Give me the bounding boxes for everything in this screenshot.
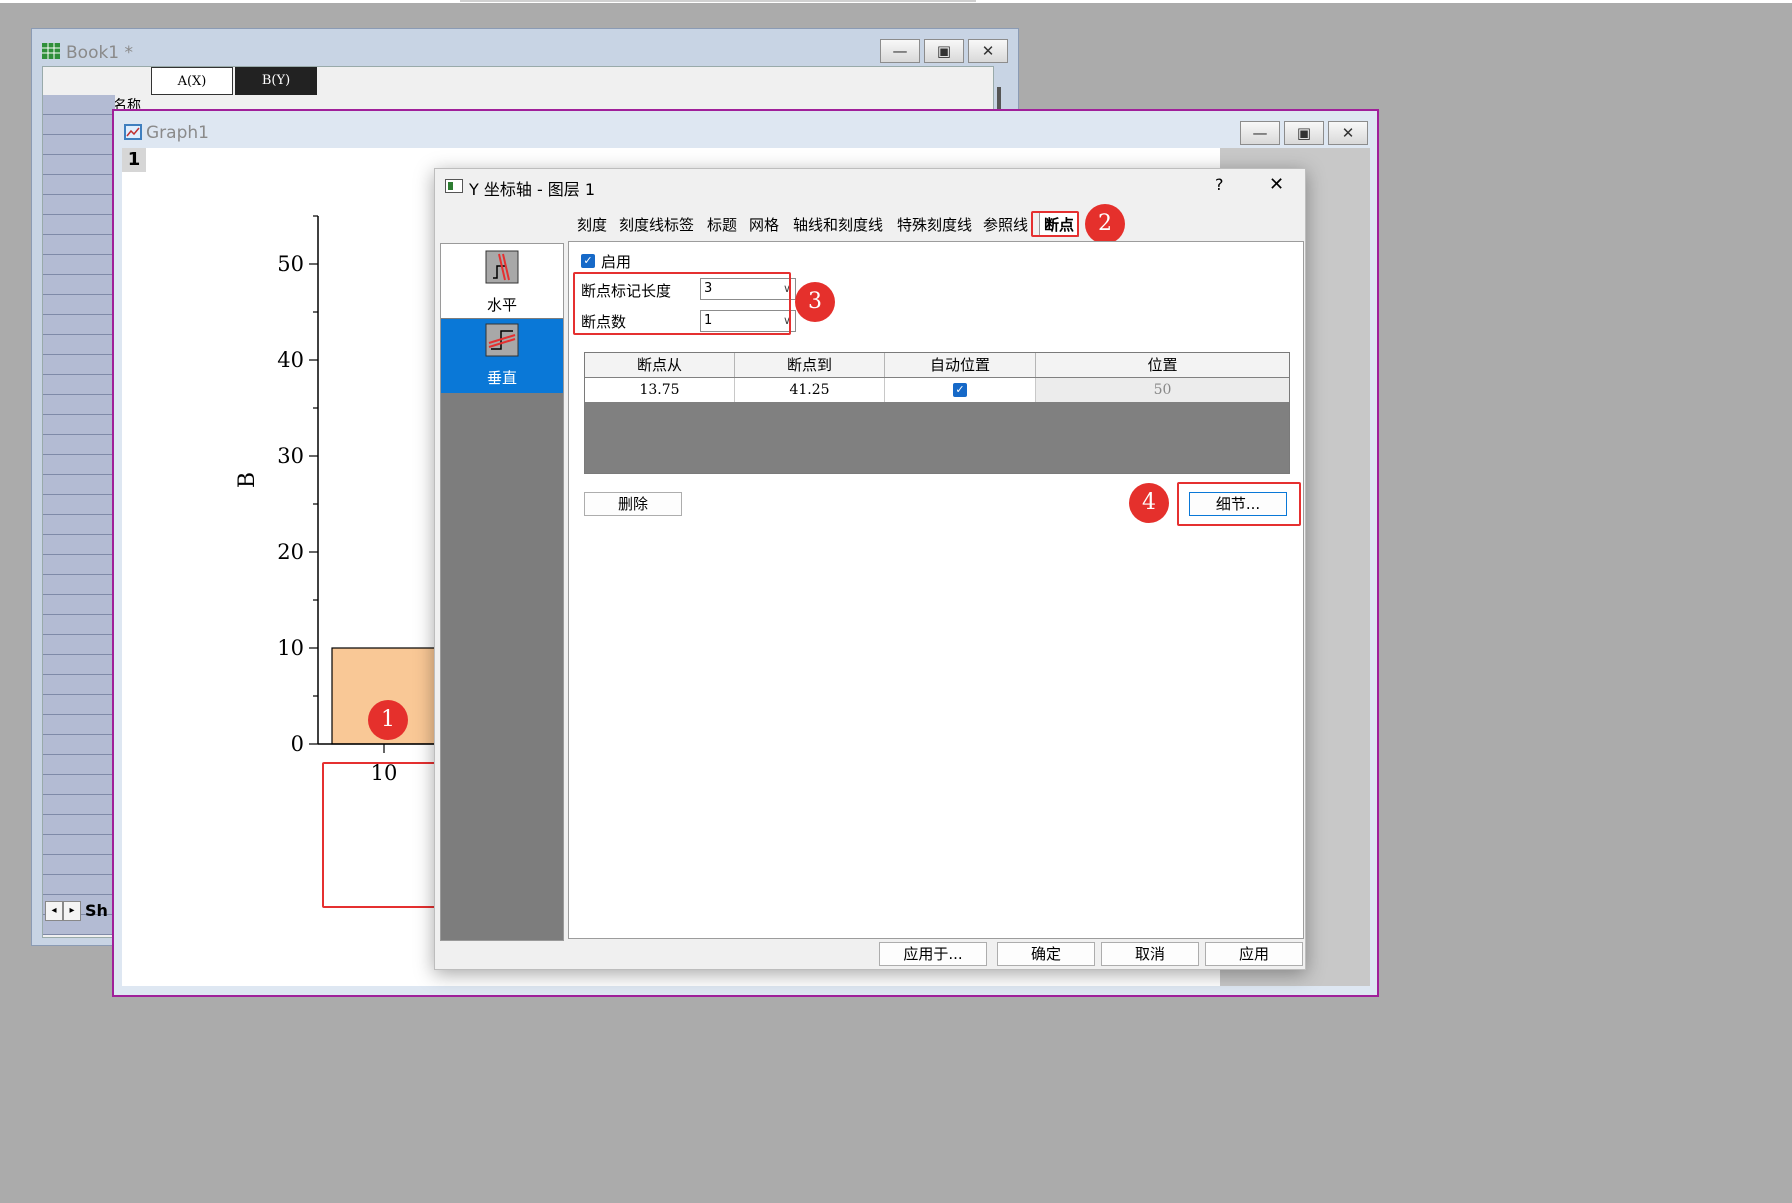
minimize-button[interactable]: — <box>880 39 920 63</box>
book-title: Book1 * <box>66 43 134 63</box>
side-item-horizontal-label: 水平 <box>487 296 518 314</box>
workbook-icon <box>42 43 60 63</box>
y-tick-label: 10 <box>277 636 304 660</box>
close-button[interactable]: ✕ <box>968 39 1008 63</box>
graph-title: Graph1 <box>146 123 209 143</box>
auto-position-checkbox[interactable]: ✓ <box>953 383 967 397</box>
annotation-box-3 <box>573 272 791 335</box>
close-icon[interactable]: ✕ <box>1269 174 1284 195</box>
apply-button[interactable]: 应用 <box>1205 942 1303 966</box>
tab-scale[interactable]: 刻度 <box>577 213 607 237</box>
y-axis-title: B <box>235 472 260 488</box>
dialog-icon <box>445 179 463 197</box>
help-button[interactable]: ? <box>1215 175 1224 194</box>
table-header-auto-position: 自动位置 <box>885 353 1036 377</box>
row-header-column <box>43 95 115 935</box>
cell-position: 50 <box>1036 378 1289 402</box>
tab-special-ticks[interactable]: 特殊刻度线 <box>897 213 972 237</box>
cell-auto-position[interactable]: ✓ <box>885 378 1036 402</box>
maximize-button[interactable]: ▣ <box>1284 121 1324 145</box>
side-item-horizontal[interactable]: 水平 <box>441 244 563 318</box>
vertical-axis-break-icon <box>485 323 519 361</box>
minimize-button[interactable]: — <box>1240 121 1280 145</box>
y-tick-label: 20 <box>277 540 304 564</box>
tab-tick-labels[interactable]: 刻度线标签 <box>619 213 694 237</box>
horizontal-axis-break-icon <box>485 250 519 288</box>
y-tick-label: 40 <box>277 348 304 372</box>
axis-orientation-list[interactable]: 水平 垂直 <box>440 243 564 941</box>
y-tick-label: 30 <box>277 444 304 468</box>
y-tick-label: 0 <box>291 732 304 756</box>
tab-title[interactable]: 标题 <box>707 213 737 237</box>
annotation-box-1 <box>322 762 446 908</box>
tab-reference-lines[interactable]: 参照线 <box>983 213 1028 237</box>
column-header-b[interactable]: B(Y) <box>235 67 317 95</box>
delete-button[interactable]: 删除 <box>584 492 682 516</box>
annotation-box-4 <box>1177 482 1301 526</box>
annotation-box-2 <box>1031 211 1079 237</box>
y-axis-dialog[interactable]: Y 坐标轴 - 图层 1 ? ✕ 刻度 刻度线标签 标题 网格 轴线和刻度线 特… <box>434 168 1306 970</box>
side-item-vertical[interactable]: 垂直 <box>441 319 563 393</box>
desktop-top-strip <box>0 0 1792 3</box>
sheet-tab[interactable]: Sh <box>85 901 108 920</box>
annotation-marker-3: 3 <box>795 282 835 322</box>
sheet-nav-prev[interactable]: ◂ <box>45 901 63 921</box>
annotation-marker-4: 4 <box>1129 483 1169 523</box>
graph-icon <box>124 124 142 144</box>
tab-grids[interactable]: 网格 <box>749 213 779 237</box>
sheet-nav-next[interactable]: ▸ <box>63 901 81 921</box>
enable-checkbox[interactable]: ✓ <box>581 254 595 268</box>
annotation-marker-1: 1 <box>368 700 408 740</box>
y-tick-label: 50 <box>277 252 304 276</box>
dialog-title: Y 坐标轴 - 图层 1 <box>469 180 596 199</box>
apply-to-button[interactable]: 应用于... <box>879 942 987 966</box>
breaks-table[interactable]: 断点从 断点到 自动位置 位置 13.75 41.25 ✓ 50 <box>584 352 1290 474</box>
ok-button[interactable]: 确定 <box>997 942 1095 966</box>
tab-line-and-ticks[interactable]: 轴线和刻度线 <box>793 213 883 237</box>
side-item-vertical-label: 垂直 <box>487 369 518 387</box>
enable-label: 启用 <box>601 253 632 271</box>
breaks-panel: ✓ 启用 断点标记长度 3 ∨ 断点数 1 ∨ 3 断点从 断点到 自动位置 位… <box>568 241 1304 939</box>
close-button[interactable]: ✕ <box>1328 121 1368 145</box>
table-header-from: 断点从 <box>585 353 735 377</box>
table-header-to: 断点到 <box>735 353 885 377</box>
table-header-position: 位置 <box>1036 353 1289 377</box>
column-header-a[interactable]: A(X) <box>151 67 233 95</box>
cell-break-from[interactable]: 13.75 <box>585 378 735 402</box>
annotation-marker-2: 2 <box>1085 204 1125 244</box>
cancel-button[interactable]: 取消 <box>1101 942 1199 966</box>
maximize-button[interactable]: ▣ <box>924 39 964 63</box>
cell-break-to[interactable]: 41.25 <box>735 378 885 402</box>
